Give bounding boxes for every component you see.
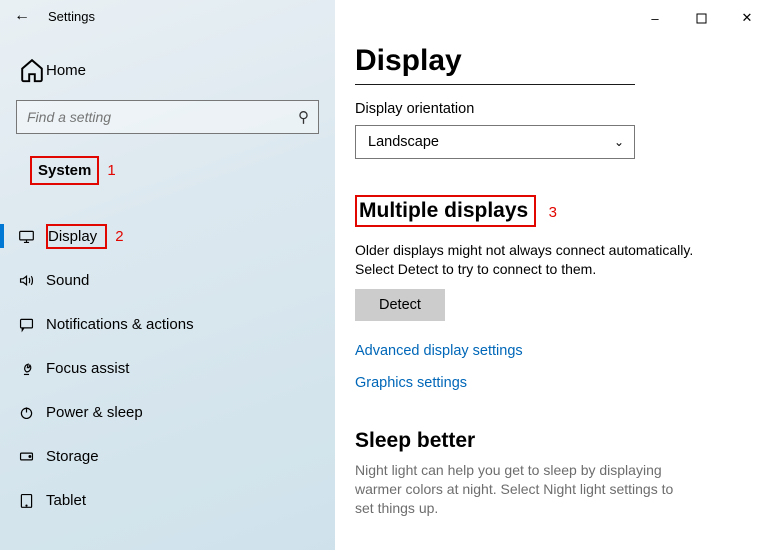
search-icon: ⚲ [298,108,309,126]
search-input[interactable] [16,100,319,134]
sidebar-item-notifications[interactable]: Notifications & actions [0,302,335,346]
sidebar-item-storage[interactable]: Storage [0,434,335,478]
sidebar-item-label: Tablet [46,492,86,509]
sidebar-item-power-sleep[interactable]: Power & sleep [0,390,335,434]
sidebar-item-tablet[interactable]: Tablet [0,478,335,522]
annotation-3: 3 [549,204,557,221]
sidebar-item-label: Storage [46,448,99,465]
maximize-button[interactable] [678,4,724,32]
annotation-2: 2 [115,228,123,245]
sidebar: ← Settings Home ⚲ System 1 Displa [0,0,335,550]
home-label: Home [46,62,86,79]
home-icon [18,56,46,84]
orientation-label: Display orientation [355,101,740,117]
orientation-value: Landscape [368,134,439,150]
category-row: System 1 [0,150,335,190]
tablet-icon [18,492,46,509]
sidebar-item-label: Power & sleep [46,404,143,421]
category-system[interactable]: System [30,156,99,185]
detect-button[interactable]: Detect [355,289,445,321]
sound-icon [18,272,46,289]
home-row[interactable]: Home [0,50,335,90]
sidebar-item-focus-assist[interactable]: Focus assist [0,346,335,390]
power-icon [18,404,46,421]
nav-list: Display 2 Sound Notifications & actions [0,214,335,522]
annotation-1: 1 [107,162,115,179]
graphics-settings-link[interactable]: Graphics settings [355,375,740,391]
storage-icon [18,448,46,465]
window-controls: – ✕ [632,4,770,32]
sidebar-item-label: Display [46,224,107,249]
window-title: Settings [48,9,95,24]
page-title: Display [355,44,740,84]
main-pane: Display Display orientation Landscape ⌄ … [335,0,770,550]
back-icon[interactable]: ← [14,7,38,25]
sleep-better-text: Night light can help you get to sleep by… [355,461,695,518]
multiple-displays-text: Older displays might not always connect … [355,241,695,279]
title-rule [355,84,635,85]
sidebar-item-label: Sound [46,272,89,289]
title-bar: ← Settings [0,0,335,32]
minimize-button[interactable]: – [632,4,678,32]
close-button[interactable]: ✕ [724,4,770,32]
notifications-icon [18,316,46,333]
sidebar-item-display[interactable]: Display 2 [0,214,335,258]
chevron-down-icon: ⌄ [614,135,624,149]
advanced-display-settings-link[interactable]: Advanced display settings [355,343,740,359]
orientation-select[interactable]: Landscape ⌄ [355,125,635,159]
sidebar-item-label: Focus assist [46,360,129,377]
sidebar-item-sound[interactable]: Sound [0,258,335,302]
focus-assist-icon [18,360,46,377]
display-icon [18,228,46,245]
sidebar-item-label: Notifications & actions [46,316,194,333]
multiple-displays-heading: Multiple displays [355,195,536,227]
sleep-better-heading: Sleep better [355,429,740,453]
